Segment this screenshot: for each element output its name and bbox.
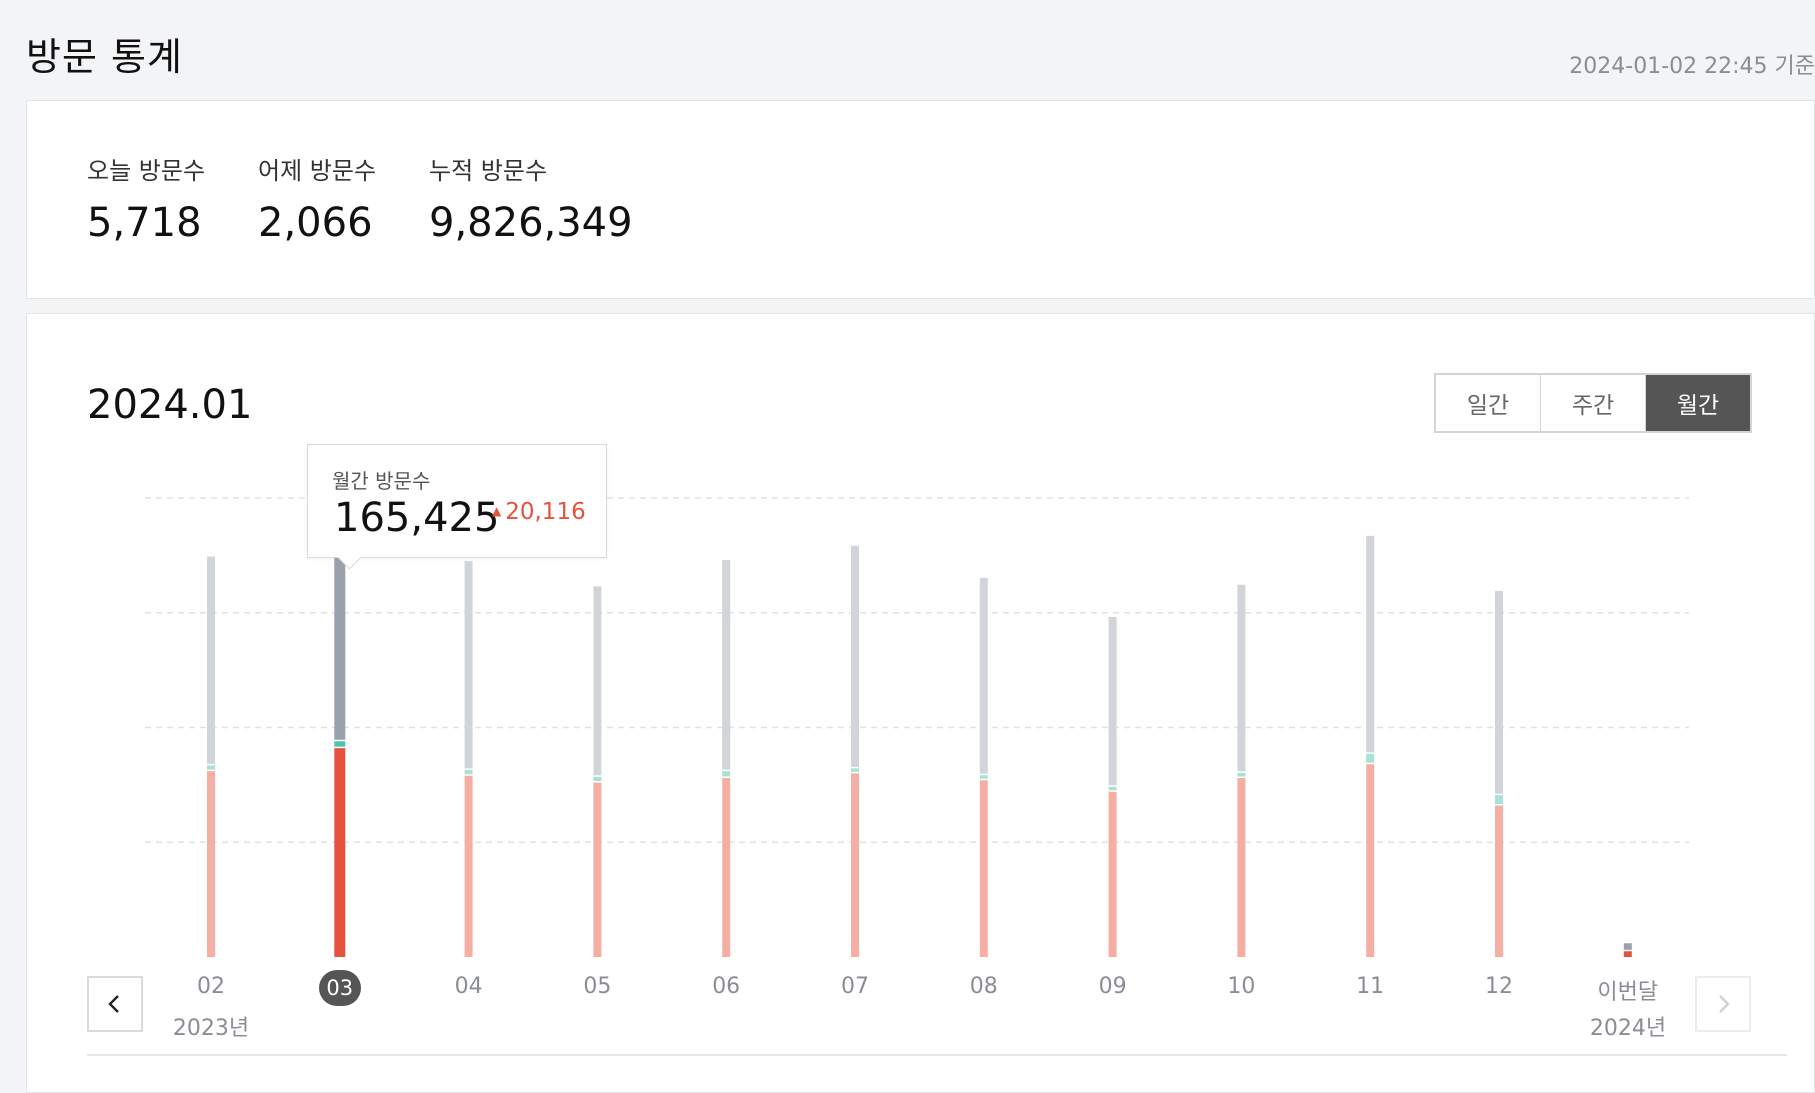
chart-tooltip: 월간 방문수 165,425 ▲ 20,116 — [307, 444, 607, 558]
stat-label: 누적 방문수 — [429, 157, 548, 185]
tooltip-delta-value: 20,116 — [505, 499, 586, 525]
stat-yesterday: 어제 방문수 2,066 — [258, 151, 376, 246]
chart-bar-segment[interactable] — [1366, 764, 1375, 957]
x-tick-label[interactable]: 12 — [1459, 974, 1539, 999]
x-tick-label[interactable]: 05 — [557, 974, 637, 999]
chart-bar-segment[interactable] — [464, 775, 473, 957]
next-period-button[interactable] — [1695, 976, 1751, 1032]
x-tick-label[interactable]: 10 — [1201, 974, 1281, 999]
tooltip-value: 165,425 — [334, 495, 500, 541]
chart-bar-segment[interactable] — [1108, 791, 1117, 957]
chart-bar-segment[interactable] — [593, 782, 602, 957]
chart-bar-segment[interactable] — [851, 545, 859, 767]
x-tick-text: 11 — [1356, 974, 1385, 999]
x-tick-label[interactable]: 이번달 — [1588, 974, 1668, 1006]
chevron-left-icon — [108, 995, 119, 1013]
chart-bar-segment[interactable] — [979, 577, 988, 774]
chart-card: 2024.01 일간 주간 월간 월간 방문수 165,425 ▲ 20,116 … — [26, 313, 1815, 1093]
x-tick-text: 02 — [197, 974, 225, 999]
x-tick-text: 06 — [712, 974, 741, 999]
updated-timestamp: 2024-01-02 22:45 기준 — [1569, 54, 1815, 79]
chart-bar-segment[interactable] — [1237, 772, 1246, 777]
chart-bar-segment[interactable] — [1366, 535, 1375, 753]
chart-bar-segment[interactable] — [207, 771, 215, 957]
chart-bar-segment[interactable] — [722, 777, 731, 957]
x-tick-label[interactable]: 03 — [300, 970, 380, 1006]
chart-bar-segment[interactable] — [464, 769, 473, 775]
chart-bar-segment[interactable] — [722, 559, 731, 770]
chart-bar-segment[interactable] — [334, 748, 346, 957]
x-tick-text: 05 — [583, 974, 612, 999]
prev-period-button[interactable] — [87, 976, 143, 1032]
chart-bar-segment[interactable] — [851, 773, 859, 957]
stat-total: 누적 방문수 9,826,349 — [429, 151, 633, 246]
chart-bar-segment[interactable] — [1495, 590, 1503, 794]
x-tick-label[interactable]: 08 — [944, 974, 1024, 999]
x-tick-label[interactable]: 07 — [815, 974, 895, 999]
chart-bar-segment[interactable] — [979, 775, 988, 779]
x-tick-text: 07 — [841, 974, 869, 999]
x-tick-text: 08 — [969, 974, 998, 999]
chart-bar-segment[interactable] — [207, 765, 215, 770]
triangle-up-icon: ▲ — [492, 504, 502, 518]
chart-bar-segment[interactable] — [593, 586, 602, 776]
x-tick-label[interactable]: 06 — [686, 974, 766, 999]
stat-label: 어제 방문수 — [258, 157, 377, 185]
chart-bar-segment[interactable] — [334, 741, 346, 747]
x-tick-label[interactable]: 04 — [429, 974, 509, 999]
chevron-right-icon — [1719, 995, 1730, 1013]
x-tick-text: 12 — [1485, 974, 1513, 999]
x-tick-label[interactable]: 02 — [171, 974, 251, 999]
chart-bar-segment[interactable] — [1237, 584, 1246, 772]
stat-value: 2,066 — [258, 200, 373, 246]
stat-label: 오늘 방문수 — [87, 157, 206, 185]
chart-bar-segment[interactable] — [1495, 805, 1503, 957]
tooltip-label: 월간 방문수 — [332, 469, 431, 493]
chart-bar-segment[interactable] — [1366, 753, 1375, 763]
chart-bar-segment[interactable] — [722, 771, 731, 777]
x-tick-text: 10 — [1227, 974, 1256, 999]
year-label-left: 2023년 — [172, 1016, 250, 1041]
chart-bar-segment[interactable] — [1108, 616, 1117, 786]
x-tick-label[interactable]: 09 — [1073, 974, 1153, 999]
visits-bar-chart — [145, 497, 1689, 957]
chart-bar-segment[interactable] — [207, 556, 215, 764]
chart-bar-segment[interactable] — [464, 561, 473, 769]
summary-card: 오늘 방문수 5,718 어제 방문수 2,066 누적 방문수 9,826,3… — [26, 100, 1815, 299]
page-title: 방문 통계 — [26, 35, 183, 79]
chart-bar-segment[interactable] — [1623, 943, 1632, 950]
chart-bar-segment[interactable] — [1495, 795, 1503, 805]
chart-bar-segment[interactable] — [593, 776, 602, 782]
chart-bar-segment[interactable] — [1623, 951, 1632, 957]
chart-bar-segment[interactable] — [1108, 786, 1117, 791]
tooltip-delta: ▲ 20,116 — [492, 499, 586, 525]
chart-bottom-divider — [87, 1054, 1787, 1056]
x-tick-text: 03 — [318, 970, 361, 1006]
x-tick-text: 09 — [1098, 974, 1127, 999]
stat-value: 9,826,349 — [429, 200, 633, 246]
stat-value: 5,718 — [87, 200, 202, 246]
chart-bar-segment[interactable] — [979, 780, 988, 957]
chart-bar-segment[interactable] — [851, 768, 859, 772]
x-tick-label[interactable]: 11 — [1330, 974, 1410, 999]
x-tick-text: 이번달 — [1597, 980, 1659, 1005]
x-tick-text: 04 — [454, 974, 483, 999]
year-label-right: 2024년 — [1589, 1016, 1667, 1041]
stat-today: 오늘 방문수 5,718 — [87, 151, 205, 246]
chart-bar-segment[interactable] — [1237, 777, 1246, 957]
